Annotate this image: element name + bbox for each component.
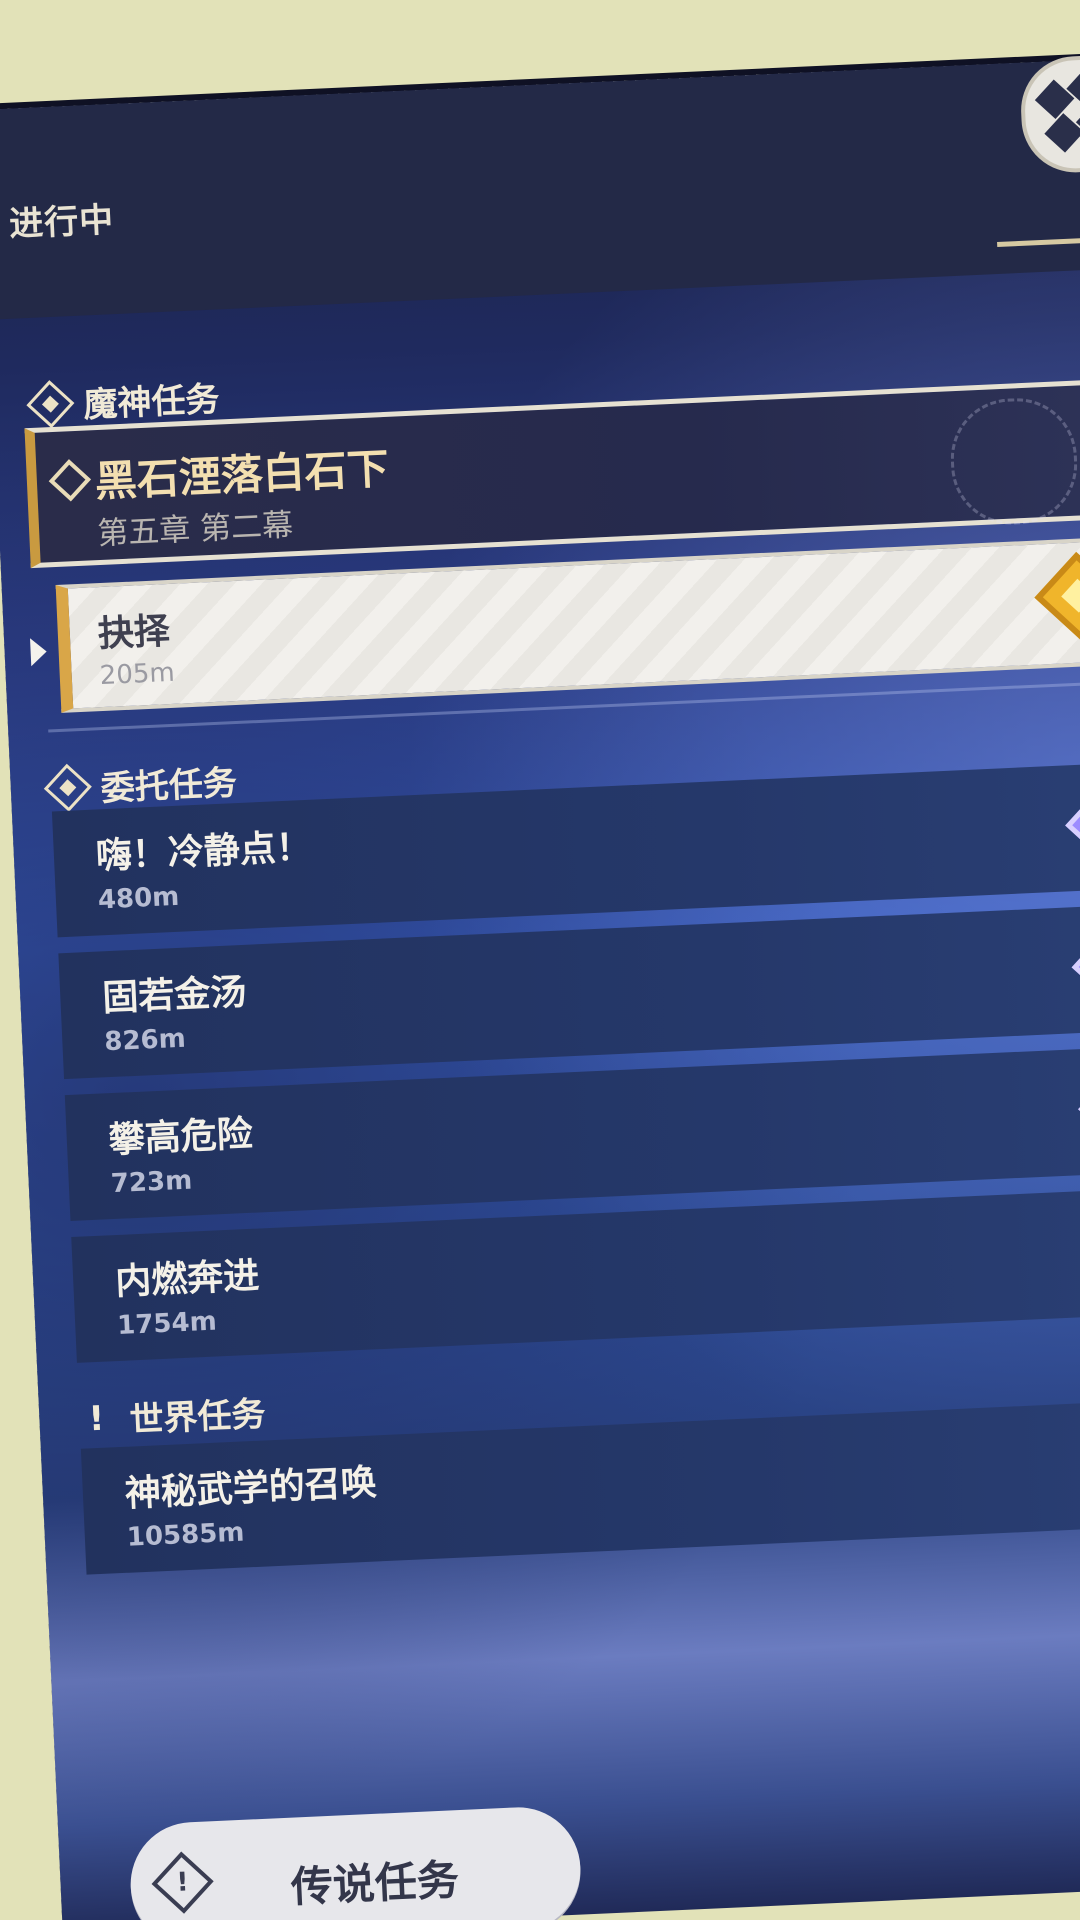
tracked-indicator-icon: [30, 637, 48, 667]
tracked-subquest-card[interactable]: 抉择 205m: [55, 535, 1080, 713]
section-archon-title: 魔神任务: [82, 379, 221, 426]
commission-marker-icon[interactable]: [1071, 923, 1080, 1008]
commission-marker-icon[interactable]: [1065, 781, 1080, 866]
quest-distance: 1754m: [116, 1306, 218, 1342]
archon-emblem-icon: [948, 395, 1080, 528]
legend-quest-button[interactable]: ! 传说任务: [127, 1804, 584, 1920]
legend-quest-label: 传说任务: [289, 1855, 460, 1912]
quest-distance: 723m: [110, 1165, 193, 1200]
quest-distance: 480m: [97, 881, 180, 916]
section-world-header: ! 世界任务: [78, 1386, 267, 1443]
map-button[interactable]: [1018, 53, 1080, 175]
map-grid-icon: [1023, 58, 1080, 153]
quest-title: 嗨！冷静点！: [95, 826, 313, 878]
legend-quest-icon: !: [151, 1851, 214, 1914]
tab-in-progress[interactable]: 进行中: [8, 192, 115, 246]
quest-distance: 826m: [103, 1023, 187, 1058]
archon-quest-icon: [26, 379, 75, 428]
quest-title: 内燃奔进: [114, 1255, 261, 1304]
gold-quest-marker-icon[interactable]: [1034, 551, 1080, 640]
quest-title: 神秘武学的召唤: [124, 1462, 378, 1515]
header-bar: 进行中: [0, 53, 1080, 320]
section-world-title: 世界任务: [128, 1394, 267, 1441]
quest-distance: 10585m: [126, 1517, 246, 1553]
subquest-title: 抉择: [96, 610, 171, 656]
archon-quest-marker-icon: [48, 459, 92, 502]
game-screen: 进行中 魔神任务 黑石湮落白石下 第五章 第二幕 抉择 205m 委托任务 嗨！…: [0, 53, 1080, 1920]
archon-quest-chapter: 第五章 第二幕: [96, 507, 294, 553]
section-commission-title: 委托任务: [100, 763, 238, 810]
archon-quest-title: 黑石湮落白石下: [93, 443, 390, 507]
commission-quest-icon: [43, 763, 92, 812]
tab-underline: [997, 236, 1080, 247]
exclamation-icon: !: [87, 1398, 106, 1439]
subquest-distance: 205m: [99, 657, 176, 692]
quest-title: 攀高危险: [107, 1113, 254, 1162]
quest-title: 固若金汤: [101, 971, 248, 1020]
